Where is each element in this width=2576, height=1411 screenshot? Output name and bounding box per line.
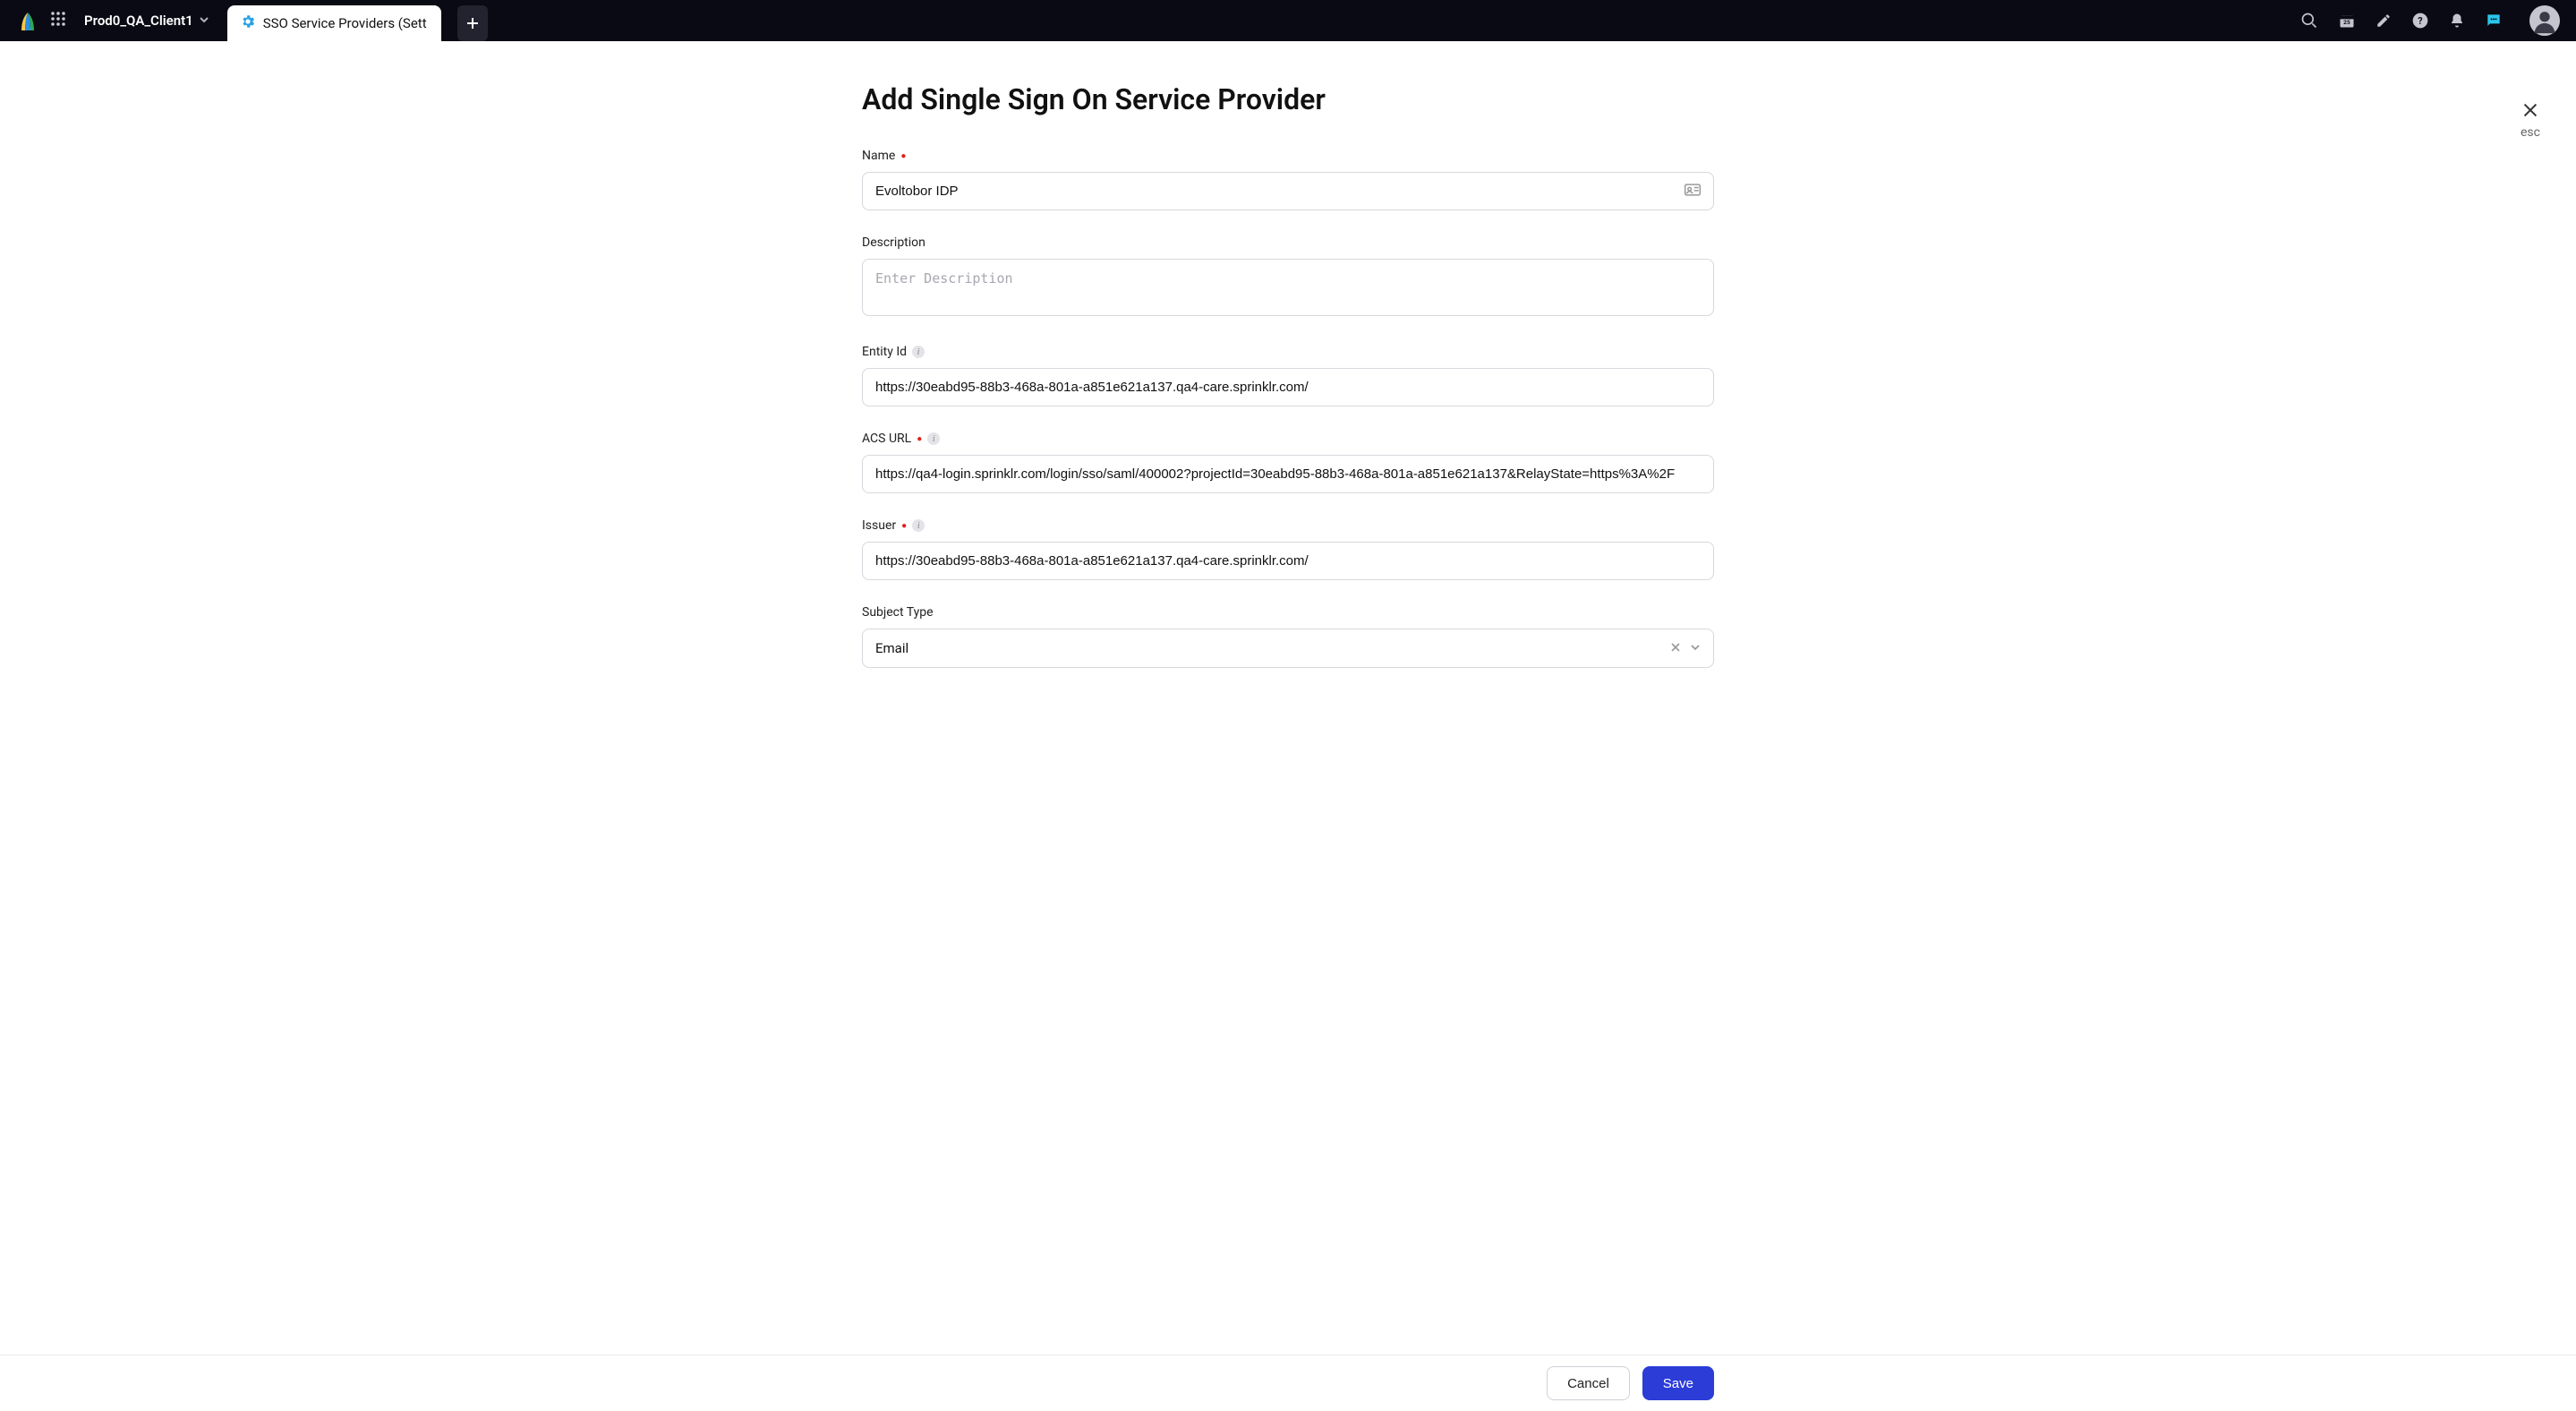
edit-icon[interactable]	[2376, 13, 2392, 29]
subject-type-value: Email	[875, 640, 908, 656]
info-icon[interactable]: i	[912, 346, 925, 358]
required-dot: ●	[900, 151, 906, 161]
help-icon[interactable]: ?	[2411, 12, 2429, 30]
save-button[interactable]: Save	[1642, 1366, 1714, 1400]
chevron-down-icon	[1690, 640, 1701, 656]
field-entity-id: Entity Id i	[862, 345, 1714, 406]
svg-text:25: 25	[2343, 19, 2350, 26]
clear-icon[interactable]	[1670, 640, 1681, 656]
required-dot: ●	[901, 521, 907, 531]
description-input[interactable]	[862, 259, 1714, 316]
issuer-label: Issuer	[862, 518, 896, 533]
form-container: Add Single Sign On Service Provider Name…	[862, 41, 1714, 747]
field-description: Description	[862, 235, 1714, 320]
search-icon[interactable]	[2300, 12, 2318, 30]
required-dot: ●	[917, 434, 922, 444]
issuer-input[interactable]	[862, 542, 1714, 580]
chevron-down-icon	[199, 13, 209, 29]
chat-icon[interactable]	[2485, 12, 2503, 30]
tab-label: SSO Service Providers (Sett	[263, 15, 427, 31]
apps-grid-icon[interactable]	[50, 11, 66, 30]
subject-type-label: Subject Type	[862, 605, 934, 620]
add-tab-button[interactable]	[457, 5, 488, 41]
close-icon	[2521, 100, 2540, 124]
acs-url-label: ACS URL	[862, 432, 911, 446]
description-label: Description	[862, 235, 925, 250]
subject-type-select[interactable]: Email	[862, 629, 1714, 668]
field-issuer: Issuer ● i	[862, 518, 1714, 580]
client-name: Prod0_QA_Client1	[84, 13, 193, 29]
brand-logo	[16, 9, 39, 32]
top-right-icons: 25 ?	[2300, 5, 2560, 36]
client-switcher[interactable]: Prod0_QA_Client1	[77, 13, 217, 29]
acs-url-input[interactable]	[862, 455, 1714, 493]
footer-bar: Cancel Save	[0, 1355, 2576, 1411]
gear-icon	[240, 13, 256, 33]
info-icon[interactable]: i	[927, 432, 940, 445]
name-label: Name	[862, 149, 895, 163]
page-title: Add Single Sign On Service Provider	[862, 82, 1714, 116]
cancel-button[interactable]: Cancel	[1547, 1366, 1630, 1400]
user-avatar[interactable]	[2529, 5, 2560, 36]
info-icon[interactable]: i	[912, 519, 925, 532]
svg-text:?: ?	[2418, 15, 2422, 27]
tab-sso-service-providers[interactable]: SSO Service Providers (Sett	[227, 5, 441, 41]
close-button[interactable]: esc	[2521, 100, 2540, 140]
name-input[interactable]	[862, 172, 1714, 210]
esc-label: esc	[2521, 125, 2540, 140]
top-bar: Prod0_QA_Client1 SSO Service Providers (…	[0, 0, 2576, 41]
entity-id-input[interactable]	[862, 368, 1714, 406]
content-scroll[interactable]: esc Add Single Sign On Service Provider …	[0, 41, 2576, 1355]
field-name: Name ●	[862, 149, 1714, 210]
calendar-icon[interactable]: 25	[2338, 12, 2356, 30]
bell-icon[interactable]	[2449, 13, 2465, 29]
field-acs-url: ACS URL ● i	[862, 432, 1714, 493]
entity-id-label: Entity Id	[862, 345, 907, 359]
contact-card-icon[interactable]	[1684, 183, 1702, 201]
field-subject-type: Subject Type Email	[862, 605, 1714, 668]
